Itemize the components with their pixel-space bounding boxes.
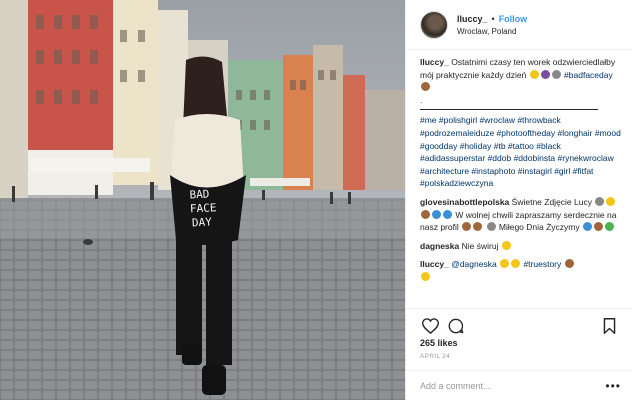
emoji-icon xyxy=(421,271,430,281)
caption-period: . xyxy=(420,94,423,105)
comment: dagneska Nie świruj xyxy=(420,240,621,253)
emoji-icon xyxy=(583,222,593,232)
caption-username[interactable]: lluccy_ xyxy=(420,57,449,67)
emoji-icon xyxy=(432,209,441,219)
emoji-icon xyxy=(605,222,615,232)
action-bar xyxy=(406,308,632,336)
emoji-icon xyxy=(486,222,496,232)
heart-icon[interactable] xyxy=(420,316,440,336)
bookmark-icon[interactable] xyxy=(599,316,619,336)
more-options-icon[interactable]: ••• xyxy=(605,379,621,393)
header-line: lluccy_ • Follow xyxy=(457,14,527,24)
post-photo[interactable]: BAD FACE DAY xyxy=(0,0,405,400)
post-details-panel: lluccy_ • Follow Wroclaw, Poland lluccy_… xyxy=(405,0,632,400)
header-text: lluccy_ • Follow Wroclaw, Poland xyxy=(457,14,527,36)
emoji-icon xyxy=(540,69,550,79)
mention-link[interactable]: @dagneska xyxy=(451,259,497,269)
comment: lluccy_ @dagneska #truestory xyxy=(420,258,621,283)
emoji-icon xyxy=(529,69,539,79)
emoji-icon xyxy=(473,222,483,232)
divider xyxy=(420,109,598,111)
avatar[interactable] xyxy=(420,10,448,39)
comment-text: Miłego Dnia Życzymy xyxy=(498,222,580,233)
add-comment-bar: ••• xyxy=(406,370,632,400)
comment-username[interactable]: dagneska xyxy=(420,241,459,251)
location-link[interactable]: Wroclaw, Poland xyxy=(457,27,527,36)
hashtag-link[interactable]: #badfaceday xyxy=(564,70,613,80)
post-header: lluccy_ • Follow Wroclaw, Poland xyxy=(406,0,632,50)
emoji-icon xyxy=(443,209,452,219)
emoji-icon xyxy=(511,259,521,269)
separator-dot: • xyxy=(491,13,495,24)
hashtag-link[interactable]: #truestory xyxy=(523,259,561,269)
caption: lluccy_ Ostatnimi czasy ten worek odzwie… xyxy=(420,56,621,190)
emoji-icon xyxy=(462,222,472,232)
comment-text: Świetne Zdjęcie Lucy xyxy=(511,196,592,207)
svg-text:FACE: FACE xyxy=(190,201,217,215)
emoji-icon xyxy=(606,196,616,206)
comments-list: lluccy_ Ostatnimi czasy ten worek odzwie… xyxy=(406,56,632,302)
comment: glovesinabottlepolska Świetne Zdjęcie Lu… xyxy=(420,196,621,234)
emoji-icon xyxy=(421,209,430,219)
bag-text: BAD xyxy=(189,188,210,202)
comment-icon[interactable] xyxy=(446,316,466,336)
svg-text:DAY: DAY xyxy=(192,215,213,229)
emoji-icon xyxy=(421,82,430,92)
likes-count[interactable]: 265 likes xyxy=(420,338,458,348)
emoji-icon xyxy=(594,222,604,232)
emoji-icon xyxy=(595,196,605,206)
emoji-icon xyxy=(551,69,561,79)
follow-button[interactable]: Follow xyxy=(499,14,528,24)
add-comment-input[interactable] xyxy=(420,380,606,391)
post-date[interactable]: APRIL 24 xyxy=(420,353,450,360)
comment-username[interactable]: glovesinabottlepolska xyxy=(420,197,509,207)
emoji-icon xyxy=(501,240,511,250)
comment-text: Nie świruj xyxy=(461,240,499,251)
username-link[interactable]: lluccy_ xyxy=(457,14,488,24)
emoji-icon xyxy=(500,259,510,269)
photo-image: BAD FACE DAY xyxy=(0,0,405,400)
hashtags-list[interactable]: #me #polishgirl #wroclaw #throwback #pod… xyxy=(420,114,621,190)
emoji-icon xyxy=(564,259,574,269)
comment-username[interactable]: lluccy_ xyxy=(420,259,449,269)
